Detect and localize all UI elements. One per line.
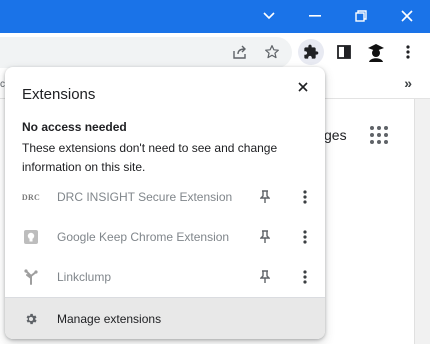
pin-icon[interactable] bbox=[256, 188, 274, 206]
extension-item-drc-insight[interactable]: DRC DRC INSIGHT Secure Extension bbox=[5, 177, 325, 217]
extension-name: Linkclump bbox=[57, 270, 112, 284]
page-partial-text[interactable]: ges bbox=[324, 127, 347, 143]
section-description: These extensions don't need to see and c… bbox=[22, 141, 278, 174]
extension-name: DRC INSIGHT Secure Extension bbox=[57, 190, 233, 204]
tab-search-chevron-down-icon[interactable] bbox=[255, 3, 283, 29]
star-icon[interactable] bbox=[259, 39, 285, 65]
bookmarks-overflow-chevron-icon[interactable]: » bbox=[404, 75, 412, 91]
profile-avatar-icon[interactable] bbox=[363, 39, 389, 65]
side-panel-icon[interactable] bbox=[331, 39, 357, 65]
restore-icon[interactable] bbox=[347, 3, 375, 29]
extension-item-google-keep[interactable]: Google Keep Chrome Extension bbox=[5, 217, 325, 257]
page-scrollbar[interactable] bbox=[414, 99, 430, 344]
popup-title: Extensions bbox=[22, 86, 96, 103]
share-icon[interactable] bbox=[227, 39, 253, 65]
keep-bulb-icon bbox=[22, 229, 40, 245]
more-options-icon[interactable] bbox=[296, 268, 314, 286]
more-options-icon[interactable] bbox=[296, 228, 314, 246]
section-heading: No access needed bbox=[22, 120, 127, 134]
manage-extensions-label: Manage extensions bbox=[57, 312, 162, 326]
drc-logo-icon: DRC bbox=[21, 192, 41, 202]
more-options-icon[interactable] bbox=[296, 188, 314, 206]
close-icon[interactable] bbox=[291, 75, 315, 99]
toolbar bbox=[0, 33, 430, 71]
gear-icon bbox=[22, 310, 40, 328]
linkclump-icon bbox=[22, 269, 40, 285]
manage-extensions-button[interactable]: Manage extensions bbox=[5, 297, 325, 339]
title-bar bbox=[0, 0, 430, 33]
close-window-icon[interactable] bbox=[393, 3, 421, 29]
extensions-puzzle-icon[interactable] bbox=[298, 39, 324, 65]
extensions-popup: Extensions No access needed These extens… bbox=[5, 67, 325, 339]
kebab-menu-icon[interactable] bbox=[395, 39, 421, 65]
minimize-icon[interactable] bbox=[301, 3, 329, 29]
apps-grid-icon[interactable] bbox=[370, 126, 388, 144]
extension-name: Google Keep Chrome Extension bbox=[57, 230, 230, 244]
pin-icon[interactable] bbox=[256, 228, 274, 246]
extension-item-linkclump[interactable]: Linkclump bbox=[5, 257, 325, 297]
pin-icon[interactable] bbox=[256, 268, 274, 286]
